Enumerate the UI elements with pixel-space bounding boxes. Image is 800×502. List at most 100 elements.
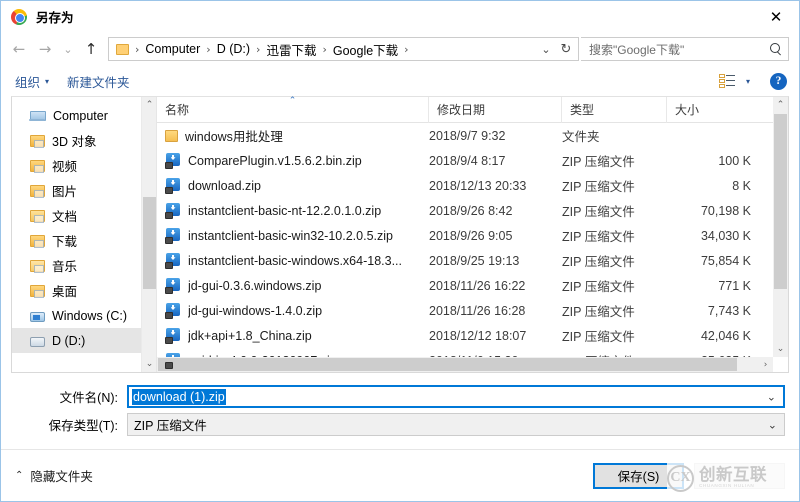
column-header-date[interactable]: 修改日期	[429, 96, 562, 123]
file-name: jdk+api+1.8_China.zip	[188, 328, 312, 343]
chevron-up-icon: ⌃	[15, 470, 24, 481]
sidebar-item-desktop[interactable]: 桌面	[12, 278, 156, 303]
scroll-up-icon[interactable]: ⌃	[142, 97, 156, 113]
new-folder-button[interactable]: 新建文件夹	[67, 72, 130, 91]
breadcrumb-separator: ›	[206, 42, 211, 56]
sort-ascending-icon: ⌃	[288, 95, 297, 106]
view-chevron-down-icon[interactable]: ▾	[746, 77, 750, 86]
view-options-icon[interactable]	[718, 74, 736, 88]
sidebar-item-d-drive[interactable]: D (D:)	[12, 328, 156, 353]
close-icon[interactable]: ✕	[753, 2, 799, 32]
file-size: 75,854 K	[700, 253, 751, 268]
navigation-pane: Computer 3D 对象 视频 图片 文档 下载 音乐 桌面 Windows…	[12, 97, 156, 372]
back-icon[interactable]: ←	[7, 37, 31, 61]
file-name-cell: instantclient-basic-windows.x64-18.3...	[157, 252, 429, 269]
help-icon[interactable]: ?	[770, 72, 787, 90]
view-swatch	[718, 74, 725, 78]
chevron-down-icon[interactable]: ⌄	[768, 418, 777, 431]
file-date: 2018/11/26 16:22	[429, 278, 526, 293]
filename-value[interactable]: download (1).zip	[132, 388, 226, 405]
sidebar-scrollbar[interactable]: ⌃ ⌄	[141, 97, 156, 372]
breadcrumb[interactable]: › Computer › D (D:) › 迅雷下载 › Google下载 › …	[108, 37, 579, 61]
sidebar-item-windows-c[interactable]: Windows (C:)	[12, 303, 156, 328]
column-header-name[interactable]: ⌃ 名称	[157, 95, 429, 123]
file-list-scrollbar-thumb[interactable]	[774, 114, 787, 289]
table-row[interactable]: jdk+api+1.8_China.zip 2018/12/12 18:07 Z…	[157, 323, 773, 348]
sidebar-item-music[interactable]: 音乐	[12, 253, 156, 278]
search-input[interactable]: 搜索"Google下载"	[589, 41, 768, 58]
scroll-up-icon[interactable]: ⌃	[773, 97, 788, 113]
file-list-hscrollbar-thumb[interactable]	[158, 358, 738, 371]
chevron-down-icon[interactable]: ⌄	[767, 390, 776, 403]
file-type: ZIP 压缩文件	[562, 155, 635, 169]
refresh-icon[interactable]: ↻	[556, 38, 576, 60]
file-date: 2018/9/4 8:17	[429, 153, 506, 168]
file-name-cell: jdk+api+1.8_China.zip	[157, 327, 429, 344]
folder-icon	[30, 235, 45, 248]
table-row[interactable]: download.zip 2018/12/13 20:33 ZIP 压缩文件 8…	[157, 173, 773, 198]
sidebar-item-label: D (D:)	[52, 333, 86, 348]
file-type: ZIP 压缩文件	[562, 255, 635, 269]
recent-locations-icon[interactable]: ⌄	[59, 37, 77, 61]
file-name: ComparePlugin.v1.5.6.2.bin.zip	[188, 153, 362, 168]
view-swatch	[718, 84, 725, 88]
breadcrumb-item-d-drive[interactable]: D (D:)	[214, 40, 253, 58]
sidebar-item-computer[interactable]: Computer	[12, 103, 156, 128]
breadcrumb-item-google-download[interactable]: Google下载	[330, 38, 401, 61]
table-row[interactable]: jd-gui-windows-1.4.0.zip 2018/11/26 16:2…	[157, 298, 773, 323]
file-type: 文件夹	[562, 130, 600, 144]
sidebar-item-documents[interactable]: 文档	[12, 203, 156, 228]
table-row[interactable]: jd-gui-0.3.6.windows.zip 2018/11/26 16:2…	[157, 273, 773, 298]
file-date: 2018/9/7 9:32	[429, 128, 506, 143]
file-type: ZIP 压缩文件	[562, 180, 635, 194]
filetype-select[interactable]: ZIP 压缩文件 ⌄	[127, 413, 785, 436]
column-header-size[interactable]: 大小	[667, 97, 773, 123]
scroll-down-icon[interactable]: ⌄	[773, 341, 788, 357]
up-icon[interactable]: ↑	[79, 37, 103, 61]
file-name-cell: download.zip	[157, 177, 429, 194]
filename-row: 文件名(N): download (1).zip ⌄	[15, 385, 785, 408]
chevron-down-icon: ▾	[45, 76, 50, 86]
cancel-button[interactable]	[694, 462, 785, 489]
table-row[interactable]: instantclient-basic-nt-12.2.0.1.0.zip 20…	[157, 198, 773, 223]
file-list-vertical-scrollbar[interactable]: ⌃ ⌄	[773, 97, 788, 357]
file-name-cell: ComparePlugin.v1.5.6.2.bin.zip	[157, 152, 429, 169]
filetype-label: 保存类型(T):	[48, 419, 118, 433]
search-box[interactable]: 搜索"Google下载"	[581, 37, 789, 61]
address-bar: ← → ⌄ ↑ › Computer › D (D:) › 迅雷下载 › Goo…	[1, 32, 799, 66]
breadcrumb-item-xunlei[interactable]: 迅雷下载	[263, 38, 319, 61]
file-name: instantclient-basic-win32-10.2.0.5.zip	[188, 228, 393, 243]
sidebar-item-label: 桌面	[52, 285, 78, 299]
sidebar-item-label: 音乐	[52, 260, 78, 274]
file-name-cell: jd-gui-windows-1.4.0.zip	[157, 302, 429, 319]
table-row[interactable]: instantclient-basic-windows.x64-18.3... …	[157, 248, 773, 273]
table-row[interactable]: windows用批处理 2018/9/7 9:32 文件夹	[157, 123, 773, 148]
organize-button[interactable]: 组织 ▾	[15, 72, 49, 91]
forward-icon[interactable]: →	[33, 37, 57, 61]
sidebar-scrollbar-thumb[interactable]	[143, 197, 156, 289]
save-button[interactable]: 保存(S)	[593, 462, 684, 489]
scroll-right-icon[interactable]: ›	[758, 357, 773, 372]
breadcrumb-item-computer[interactable]: Computer	[142, 40, 203, 58]
save-form: 文件名(N): download (1).zip ⌄ 保存类型(T): ZIP …	[1, 373, 799, 441]
table-row[interactable]: ComparePlugin.v1.5.6.2.bin.zip 2018/9/4 …	[157, 148, 773, 173]
file-name: download.zip	[188, 178, 261, 193]
table-row[interactable]: instantclient-basic-win32-10.2.0.5.zip 2…	[157, 223, 773, 248]
sidebar-item-downloads[interactable]: 下载	[12, 228, 156, 253]
scroll-down-icon[interactable]: ⌄	[142, 356, 156, 372]
file-type: ZIP 压缩文件	[562, 205, 635, 219]
sidebar-item-3d-objects[interactable]: 3D 对象	[12, 128, 156, 153]
folder-icon	[30, 260, 45, 273]
file-size: 34,030 K	[700, 228, 751, 243]
column-header-type[interactable]: 类型	[562, 96, 667, 123]
sidebar-item-pictures[interactable]: 图片	[12, 178, 156, 203]
hide-folders-button[interactable]: ⌃ 隐藏文件夹	[15, 466, 93, 485]
folder-icon	[30, 210, 45, 223]
file-name-cell: jd-gui-0.3.6.windows.zip	[157, 277, 429, 294]
file-list-horizontal-scrollbar[interactable]: ›	[157, 357, 773, 372]
chevron-down-icon[interactable]: ⌄	[536, 38, 556, 60]
window-title: 另存为	[36, 11, 74, 25]
filename-input[interactable]: download (1).zip ⌄	[127, 385, 785, 408]
sidebar-item-videos[interactable]: 视频	[12, 153, 156, 178]
file-name: jd-gui-windows-1.4.0.zip	[188, 303, 323, 318]
